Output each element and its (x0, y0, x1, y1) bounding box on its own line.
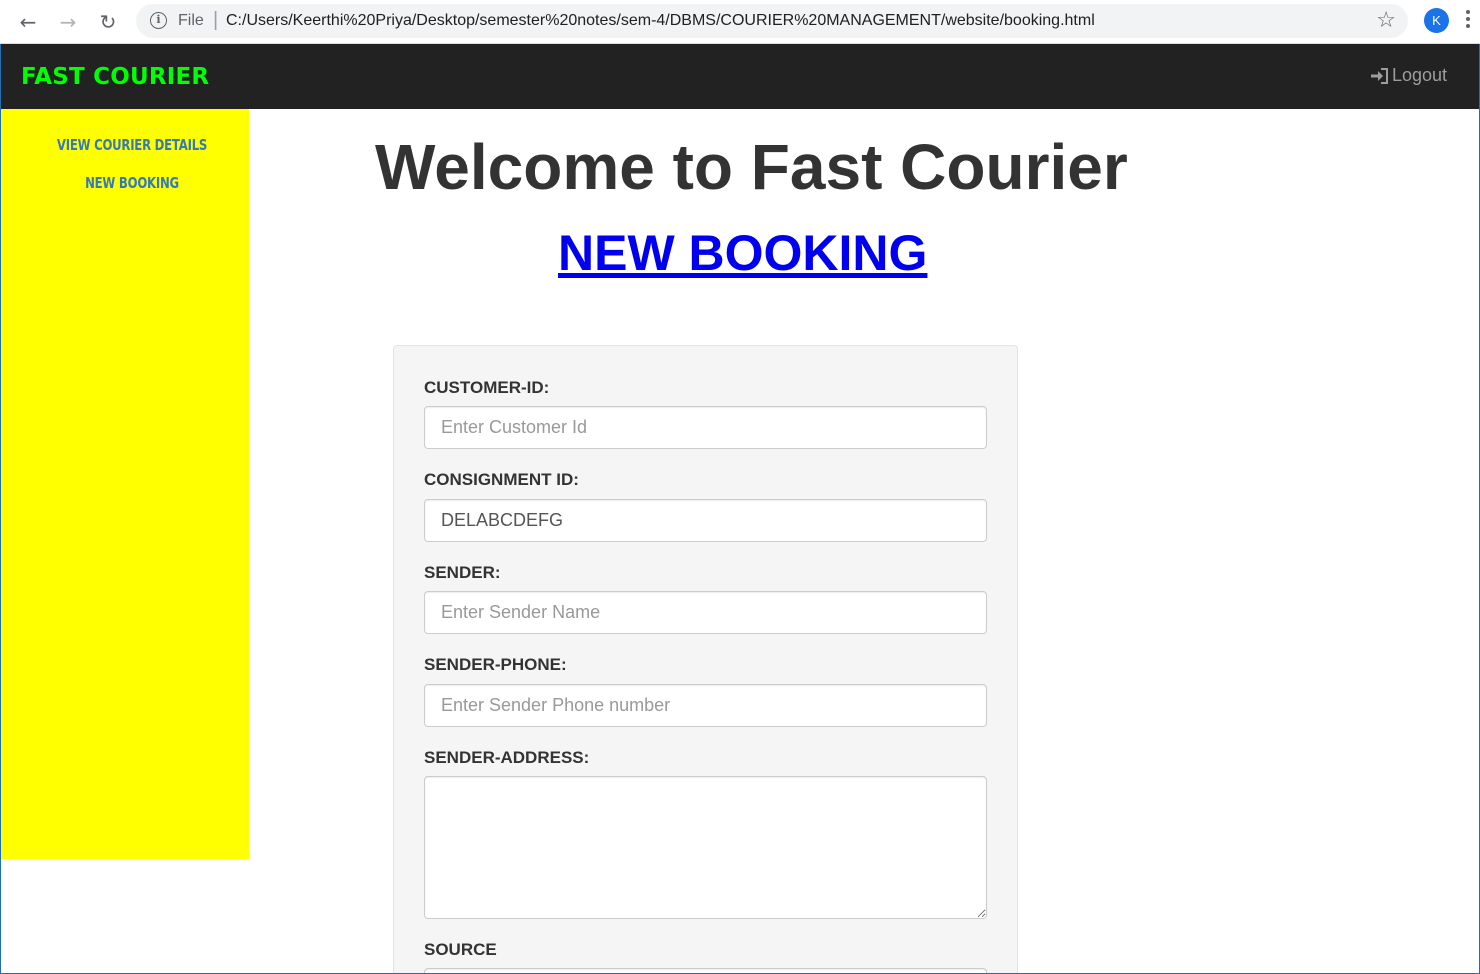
star-icon[interactable]: ☆ (1376, 8, 1396, 33)
sender-phone-label: SENDER-PHONE: (424, 655, 567, 674)
logout-button[interactable]: Logout (1370, 65, 1447, 86)
logout-label: Logout (1391, 65, 1447, 85)
profile-avatar[interactable]: K (1424, 8, 1449, 33)
customer-id-label: CUSTOMER-ID: (424, 378, 550, 397)
url-text[interactable]: C:/Users/Keerthi%20Priya/Desktop/semeste… (226, 12, 1095, 30)
address-bar[interactable]: i File | C:/Users/Keerthi%20Priya/Deskto… (136, 4, 1408, 38)
file-label: File (178, 12, 204, 29)
sidebar: VIEW COURIER DETAILS NEW BOOKING (1, 109, 249, 859)
browser-toolbar: ← → ↻ i File | C:/Users/Keerthi%20Priya/… (0, 0, 1480, 44)
sidebar-item-new-booking[interactable]: NEW BOOKING (30, 174, 234, 192)
sender-address-textarea[interactable] (424, 776, 987, 919)
sidebar-item-view-courier-details[interactable]: VIEW COURIER DETAILS (30, 136, 234, 154)
sender-label: SENDER: (424, 563, 501, 582)
customer-id-input[interactable] (424, 406, 987, 449)
page-title: Welcome to Fast Courier (375, 131, 1128, 203)
sender-input[interactable] (424, 591, 987, 634)
consignment-id-input[interactable] (424, 499, 987, 542)
source-label: SOURCE (424, 940, 497, 959)
top-navbar: FAST COURIER Logout (1, 44, 1479, 109)
sender-address-label: SENDER-ADDRESS: (424, 748, 590, 767)
info-icon[interactable]: i (150, 12, 167, 29)
back-arrow-icon[interactable]: ← (14, 8, 42, 36)
sender-phone-input[interactable] (424, 684, 987, 727)
page-viewport: FAST COURIER Logout VIEW COURIER DETAILS… (0, 44, 1480, 974)
login-icon (1370, 67, 1388, 84)
source-input[interactable] (424, 968, 987, 973)
booking-form: CUSTOMER-ID: CONSIGNMENT ID: SENDER: SEN… (393, 345, 1018, 973)
menu-icon[interactable] (1466, 8, 1472, 32)
forward-arrow-icon[interactable]: → (54, 8, 82, 36)
brand-logo[interactable]: FAST COURIER (21, 64, 209, 90)
separator: | (213, 9, 219, 31)
consignment-id-label: CONSIGNMENT ID: (424, 470, 579, 489)
reload-icon[interactable]: ↻ (94, 8, 122, 36)
new-booking-link[interactable]: NEW BOOKING (558, 224, 927, 282)
